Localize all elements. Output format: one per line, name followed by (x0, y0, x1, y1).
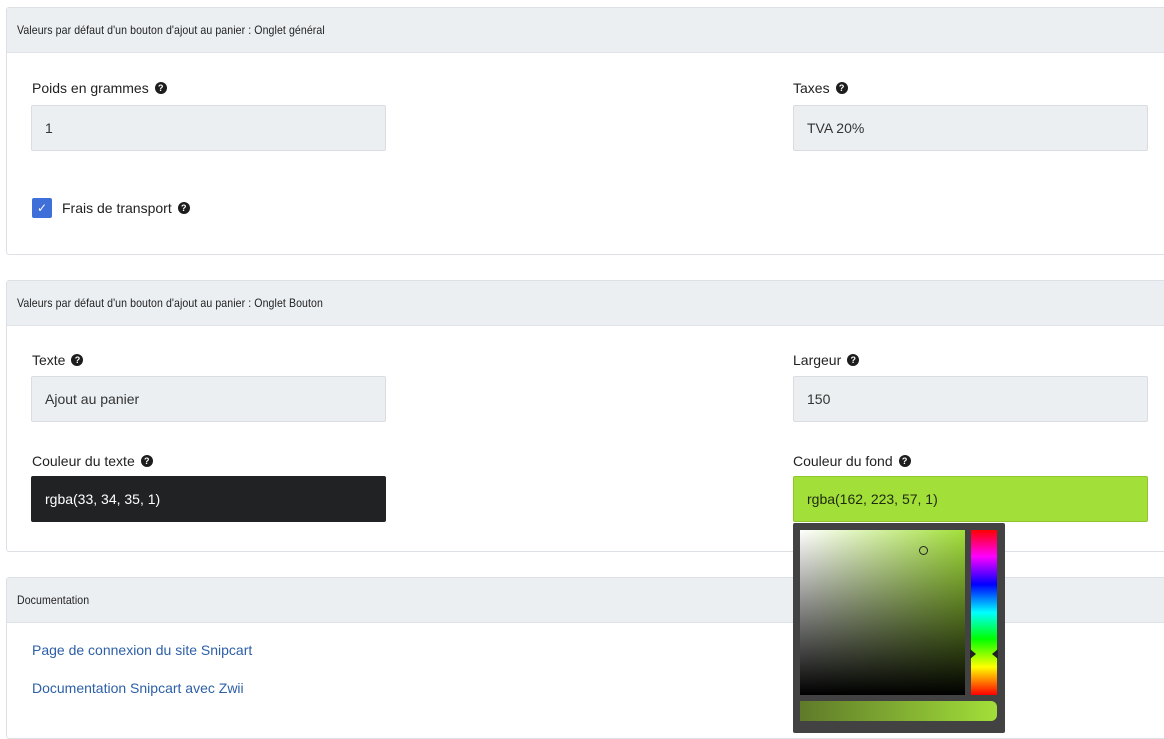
tax-select[interactable]: TVA 20% (793, 105, 1148, 151)
weight-input-value: 1 (45, 120, 53, 136)
help-icon[interactable]: ? (835, 82, 848, 94)
hue-slider[interactable] (970, 530, 998, 695)
alpha-slider[interactable] (800, 701, 997, 721)
help-icon[interactable]: ? (898, 455, 911, 467)
text-color-label: Couleur du texte (32, 453, 135, 469)
snipcart-docs-link[interactable]: Documentation Snipcart avec Zwii (32, 680, 244, 696)
text-color-label-row: Couleur du texte ? (32, 453, 153, 469)
help-icon[interactable]: ? (140, 455, 153, 467)
color-picker-popup (793, 523, 1005, 733)
shipping-checkbox[interactable]: ✓ (32, 198, 52, 218)
panel-button-title: Valeurs par défaut d'un bouton d'ajout a… (17, 296, 323, 310)
tax-label: Taxes (793, 80, 830, 96)
tax-select-value: TVA 20% (807, 120, 865, 136)
shipping-label[interactable]: Frais de transport (62, 200, 172, 216)
check-icon: ✓ (36, 201, 48, 215)
bg-color-input[interactable]: rgba(162, 223, 57, 1) (793, 476, 1148, 522)
shipping-label-row: Frais de transport ? (62, 200, 190, 216)
width-input-value: 150 (807, 391, 831, 407)
help-icon[interactable]: ? (847, 354, 860, 366)
width-label: Largeur (793, 352, 842, 368)
sv-cursor[interactable] (919, 546, 928, 555)
help-icon[interactable]: ? (177, 202, 190, 214)
text-label-row: Texte ? (32, 352, 84, 368)
snipcart-login-link[interactable]: Page de connexion du site Snipcart (32, 642, 252, 658)
panel-docs-title: Documentation (17, 593, 90, 607)
hue-marker-left-icon[interactable] (970, 649, 976, 659)
button-text-input[interactable]: Ajout au panier (31, 376, 386, 422)
bg-color-value: rgba(162, 223, 57, 1) (807, 491, 938, 507)
width-input[interactable]: 150 (793, 376, 1148, 422)
help-icon[interactable]: ? (154, 82, 167, 94)
width-label-row: Largeur ? (793, 352, 860, 368)
bg-color-label-row: Couleur du fond ? (793, 453, 911, 469)
panel-general-title: Valeurs par défaut d'un bouton d'ajout a… (17, 23, 325, 37)
weight-label-row: Poids en grammes ? (32, 80, 167, 96)
weight-label: Poids en grammes (32, 80, 149, 96)
text-color-input[interactable]: rgba(33, 34, 35, 1) (31, 476, 386, 522)
text-color-value: rgba(33, 34, 35, 1) (45, 491, 161, 507)
bg-color-label: Couleur du fond (793, 453, 893, 469)
button-text-value: Ajout au panier (45, 391, 140, 407)
hue-marker-right-icon[interactable] (992, 649, 998, 659)
weight-input[interactable]: 1 (31, 105, 386, 151)
saturation-value-area[interactable] (800, 530, 965, 695)
panel-general-header: Valeurs par défaut d'un bouton d'ajout a… (7, 8, 1164, 53)
text-label: Texte (32, 352, 66, 368)
panel-button-header: Valeurs par défaut d'un bouton d'ajout a… (7, 281, 1164, 326)
tax-label-row: Taxes ? (793, 80, 848, 96)
help-icon[interactable]: ? (71, 354, 84, 366)
